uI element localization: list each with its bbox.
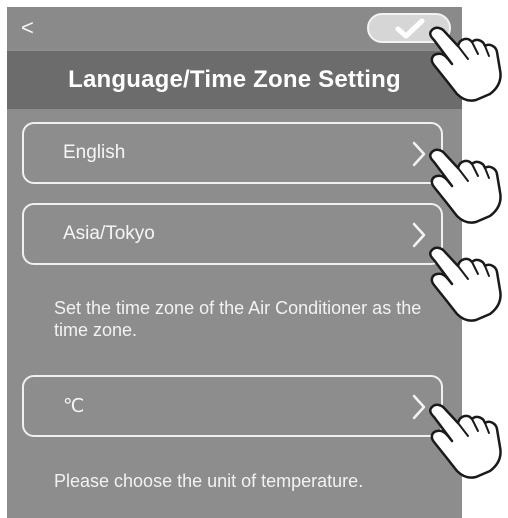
back-button[interactable]: < [21, 13, 47, 43]
tapping-hand-icon [429, 26, 502, 102]
temperature-note: Please choose the unit of temperature. [54, 471, 364, 491]
tapping-hand-icon [429, 148, 502, 224]
language-selector[interactable]: English [22, 122, 443, 184]
temperature-unit-selector[interactable]: ℃ [22, 375, 443, 437]
language-value: English [63, 142, 126, 163]
time-zone-note: Set the time zone of the Air Conditioner… [54, 298, 422, 340]
top-bar: < [7, 7, 462, 49]
chevron-right-icon [412, 394, 426, 420]
chevron-right-icon [412, 141, 426, 167]
back-icon: < [21, 15, 34, 40]
temperature-unit-value: ℃ [63, 395, 85, 417]
time-zone-value: Asia/Tokyo [63, 223, 155, 244]
chevron-right-icon [412, 222, 426, 248]
tapping-hand-icon [429, 403, 502, 479]
title-bar: Language/Time Zone Setting [7, 51, 462, 109]
checkmark-icon [395, 18, 425, 39]
tapping-hand-icon [429, 246, 502, 322]
page-title: Language/Time Zone Setting [68, 66, 401, 93]
settings-screen: < Language/Time Zone Setting English Asi… [7, 7, 462, 518]
time-zone-selector[interactable]: Asia/Tokyo [22, 203, 443, 265]
